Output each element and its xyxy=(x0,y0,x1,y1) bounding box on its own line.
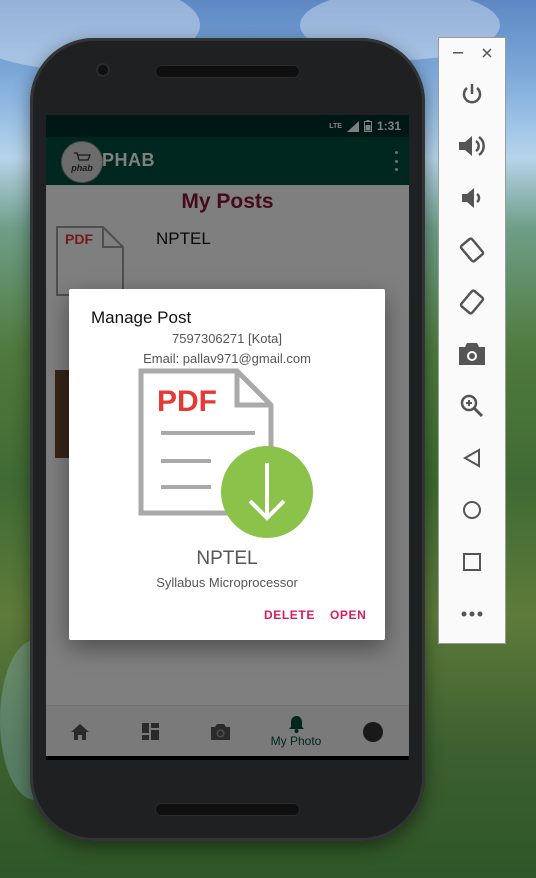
minimize-icon[interactable] xyxy=(453,52,463,54)
system-navigation-bar xyxy=(46,756,409,760)
screenshot-icon xyxy=(459,343,485,365)
back-control[interactable] xyxy=(454,440,490,476)
home-control[interactable] xyxy=(454,492,490,528)
rotate-left-icon xyxy=(459,237,485,263)
home-circle-icon xyxy=(463,501,481,519)
rotate-right-icon xyxy=(459,289,485,315)
power-icon xyxy=(462,84,482,104)
zoom-button[interactable] xyxy=(454,388,490,424)
device-screen: LTE 1:31 phab PHAB My Posts PDF NPTEL xyxy=(46,115,409,760)
open-button[interactable]: OPEN xyxy=(330,608,366,622)
document-description: Syllabus Microprocessor xyxy=(156,575,298,590)
screenshot-button[interactable] xyxy=(454,336,490,372)
power-button[interactable] xyxy=(454,76,490,112)
manage-post-dialog: Manage Post 7597306271 [Kota] Email: pal… xyxy=(69,289,385,640)
top-speaker xyxy=(155,65,300,78)
volume-down-button[interactable] xyxy=(454,180,490,216)
pdf-download-icon[interactable]: PDF xyxy=(137,367,317,545)
pdf-label: PDF xyxy=(157,385,217,418)
delete-button[interactable]: DELETE xyxy=(264,608,315,622)
volume-up-icon xyxy=(459,135,485,157)
dialog-title: Manage Post xyxy=(91,308,192,327)
rotate-left-button[interactable] xyxy=(454,232,490,268)
overview-icon xyxy=(463,553,481,571)
volume-up-button[interactable] xyxy=(454,128,490,164)
bottom-speaker xyxy=(155,803,300,816)
emulator-control-panel xyxy=(438,37,506,644)
rotate-right-button[interactable] xyxy=(454,284,490,320)
contact-phone: 7597306271 [Kota] xyxy=(172,331,282,346)
front-camera xyxy=(98,65,108,75)
overview-control[interactable] xyxy=(454,544,490,580)
close-icon[interactable] xyxy=(482,48,492,58)
document-name: NPTEL xyxy=(196,548,258,569)
back-icon xyxy=(463,448,480,468)
more-control[interactable] xyxy=(454,596,490,632)
panel-window-controls xyxy=(439,44,505,62)
more-icon xyxy=(461,611,483,617)
phone-frame: LTE 1:31 phab PHAB My Posts PDF NPTEL xyxy=(30,38,425,841)
zoom-icon xyxy=(460,394,484,418)
contact-email: Email: pallav971@gmail.com xyxy=(143,351,311,366)
volume-down-icon xyxy=(462,188,481,208)
